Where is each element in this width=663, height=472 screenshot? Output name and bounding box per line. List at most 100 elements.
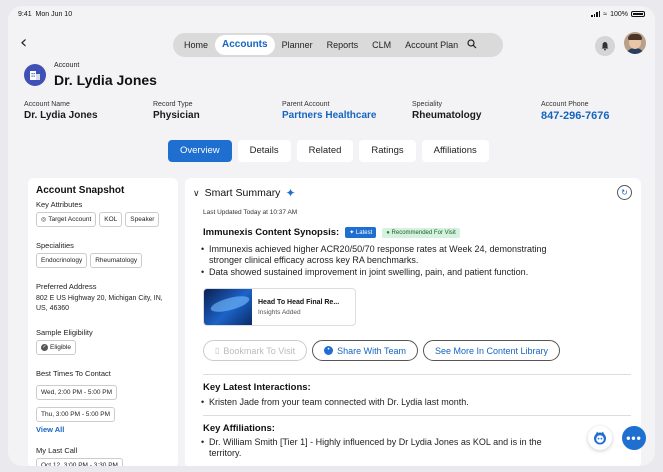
last-updated: Last Updated Today at 10:37 AM <box>203 209 298 216</box>
button-label: Bookmark To Visit <box>223 345 296 356</box>
tab-details[interactable]: Details <box>237 140 291 162</box>
synopsis-bullet-cont: stronger clinical efficacy across key RA… <box>209 255 419 265</box>
field-label: Account Name <box>24 101 70 108</box>
field-value: Rheumatology <box>412 110 482 121</box>
synopsis-title: Immunexis Content Synopsis: <box>203 227 340 238</box>
field-value: Dr. Lydia Jones <box>24 110 98 121</box>
wifi-icon: ≈ <box>603 10 608 18</box>
chip-label: Target Account <box>48 216 92 223</box>
chip-rheumatology: Rheumatology <box>90 253 143 268</box>
chip-target-account: ◎ Target Account <box>36 212 97 227</box>
last-call-label: My Last Call <box>36 446 78 455</box>
latest-badge: ✦ Latest <box>345 227 377 238</box>
best-times-label: Best Times To Contact <box>36 369 111 378</box>
recommended-badge: ● Recommended For Visit <box>382 227 460 238</box>
nav-account-plan[interactable]: Account Plan <box>398 35 465 55</box>
nav-planner[interactable]: Planner <box>275 35 320 55</box>
interaction-bullet: Kristen Jade from your team connected wi… <box>201 397 469 408</box>
tab-related[interactable]: Related <box>296 140 354 162</box>
chevron-down-icon[interactable]: ∨ <box>193 188 200 199</box>
target-icon: ◎ <box>41 217 47 223</box>
more-actions-button[interactable]: ••• <box>622 426 646 450</box>
refresh-icon[interactable]: ↻ <box>617 185 632 200</box>
see-more-content-library-button[interactable]: See More In Content Library <box>422 340 561 361</box>
field-label: Speciality <box>412 101 442 108</box>
chip-label: Eligible <box>50 344 71 351</box>
content-card-subtitle: Insights Added <box>258 308 301 316</box>
affiliation-bullet-cont: territory. <box>209 448 242 458</box>
last-call: Oct 12, 3:00 PM - 3:30 PM <box>36 458 170 466</box>
share-with-team-button[interactable]: • Share With Team <box>312 340 418 361</box>
account-snapshot-panel: Account Snapshot Key Attributes ◎ Target… <box>28 178 178 466</box>
bookmark-to-visit-button[interactable]: ▯ Bookmark To Visit <box>203 340 308 361</box>
app-window: 9:41 Mon Jun 10 ≈ 100% ‹ Home Accounts P… <box>8 6 655 466</box>
synopsis-bullet: Immunexis achieved higher ACR20/50/70 re… <box>201 244 547 255</box>
interactions-title: Key Latest Interactions: <box>203 382 311 393</box>
affiliations-title: Key Affiliations: <box>203 423 275 434</box>
nav-home[interactable]: Home <box>177 35 215 55</box>
address-value: 802 E US Highway 20, Michigan City, IN, … <box>36 295 163 312</box>
check-circle-icon: ● <box>386 229 390 236</box>
best-times: Wed, 2:00 PM - 5:00 PM Thu, 3:00 PM - 5:… <box>36 381 170 425</box>
view-all-link[interactable]: View All <box>36 425 170 434</box>
address-label: Preferred Address <box>36 282 97 291</box>
key-attributes: ◎ Target Account KOL Speaker <box>36 212 170 227</box>
status-bar: 9:41 Mon Jun 10 ≈ 100% <box>8 6 655 22</box>
button-label: See More In Content Library <box>434 345 549 356</box>
button-label: Share With Team <box>337 345 406 356</box>
key-attributes-label: Key Attributes <box>36 200 83 209</box>
assistant-bot-icon[interactable] <box>588 426 612 450</box>
synopsis-bullet: Data showed sustained improvement in joi… <box>201 267 528 278</box>
back-icon[interactable]: ‹ <box>20 34 27 52</box>
chat-icon: • <box>324 346 334 355</box>
field-account-phone: Account Phone 847-296-7676 <box>541 101 610 122</box>
time-slot: Wed, 2:00 PM - 5:00 PM <box>36 385 118 400</box>
last-call-value: Oct 12, 3:00 PM - 3:30 PM <box>36 458 123 466</box>
bell-icon[interactable] <box>595 36 615 56</box>
smart-summary-header[interactable]: ∨ Smart Summary ✦ <box>193 186 296 200</box>
tab-ratings[interactable]: Ratings <box>359 140 416 162</box>
tab-overview[interactable]: Overview <box>168 140 232 162</box>
badge-label: Recommended For Visit <box>391 229 456 236</box>
sparkle-icon: ✦ <box>349 230 355 236</box>
phone-link[interactable]: 847-296-7676 <box>541 110 610 122</box>
account-icon <box>24 64 46 86</box>
sparkle-icon: ✦ <box>285 186 296 200</box>
field-label: Account Phone <box>541 101 589 108</box>
nav-accounts[interactable]: Accounts <box>215 35 275 55</box>
sample-eligibility: ✓ Eligible <box>36 340 170 355</box>
search-icon[interactable] <box>467 38 477 52</box>
action-buttons: ▯ Bookmark To Visit • Share With Team Se… <box>203 340 561 361</box>
content-thumbnail <box>204 289 252 325</box>
affiliation-bullet: Dr. William Smith [Tier 1] - Highly infl… <box>201 437 599 448</box>
chip-eligible: ✓ Eligible <box>36 340 76 355</box>
ellipsis-icon: ••• <box>626 431 642 445</box>
sample-eligibility-label: Sample Eligibility <box>36 328 93 337</box>
top-nav: Home Accounts Planner Reports CLM Accoun… <box>173 33 503 57</box>
chip-endocrinology: Endocrinology <box>36 253 88 268</box>
field-value: Physician <box>153 110 200 121</box>
content-card[interactable]: Head To Head Final Re... Insights Added <box>203 288 356 326</box>
divider <box>203 415 631 416</box>
field-label: Parent Account <box>282 101 330 108</box>
tab-bar: Overview Details Related Ratings Affilia… <box>168 140 489 162</box>
nav-clm[interactable]: CLM <box>365 35 398 55</box>
tab-affiliations[interactable]: Affiliations <box>421 140 489 162</box>
battery-icon <box>631 11 645 17</box>
signal-icon <box>591 11 601 17</box>
field-parent-account: Parent Account Partners Healthcare <box>282 101 377 121</box>
content-card-title: Head To Head Final Re... <box>258 298 340 306</box>
synopsis-header: Immunexis Content Synopsis: ✦ Latest ● R… <box>203 227 460 238</box>
nav-reports[interactable]: Reports <box>320 35 366 55</box>
chip-speaker: Speaker <box>125 212 160 227</box>
parent-account-link[interactable]: Partners Healthcare <box>282 110 377 121</box>
smart-summary-panel: ∨ Smart Summary ✦ ↻ Last Updated Today a… <box>185 178 641 466</box>
check-circle-icon: ✓ <box>41 344 48 351</box>
avatar[interactable] <box>624 32 646 54</box>
chip-kol: KOL <box>99 212 123 227</box>
specialities: Endocrinology Rheumatology <box>36 253 170 268</box>
status-date: Mon Jun 10 <box>35 10 73 18</box>
field-account-name: Account Name Dr. Lydia Jones <box>24 101 98 121</box>
battery-percent: 100% <box>610 10 628 18</box>
bookmark-icon: ▯ <box>215 346 220 355</box>
